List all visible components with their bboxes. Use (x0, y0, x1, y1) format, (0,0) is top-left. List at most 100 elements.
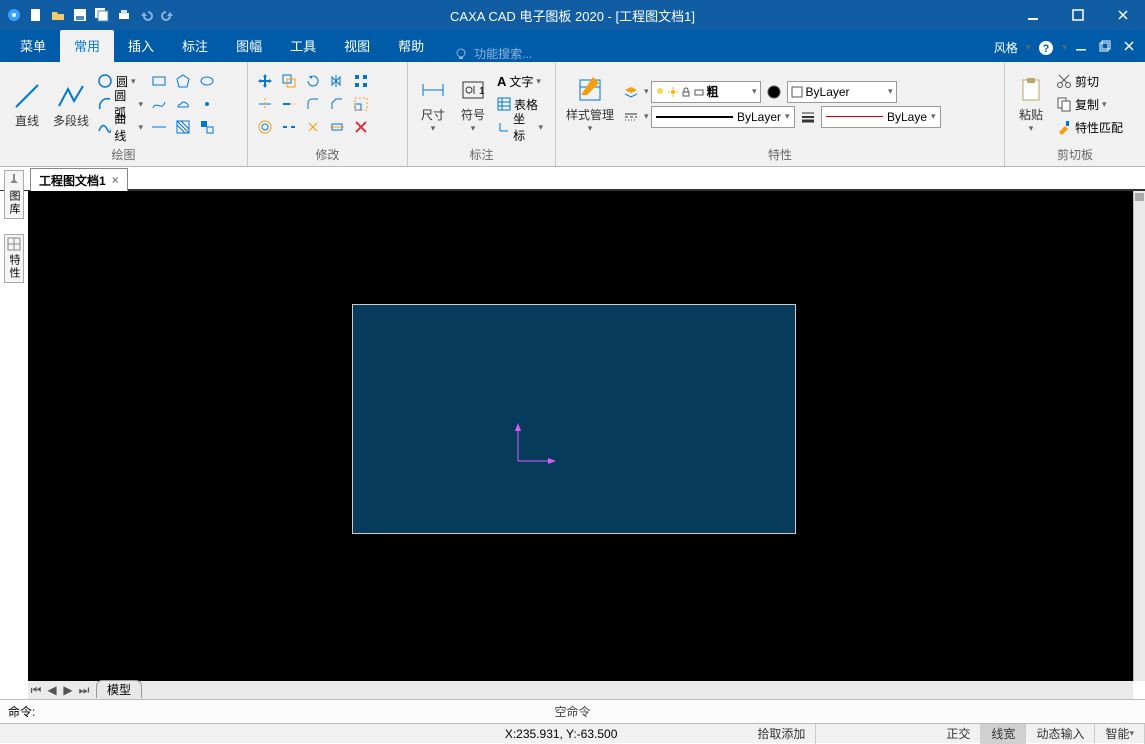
extend-button[interactable] (278, 93, 300, 115)
redo-icon[interactable] (160, 7, 176, 23)
new-icon[interactable] (28, 7, 44, 23)
stretch-button[interactable] (326, 116, 348, 138)
print-icon[interactable] (116, 7, 132, 23)
color-selector[interactable]: ByLayer▾ (787, 81, 897, 103)
bulb-icon (454, 47, 468, 61)
saveall-icon[interactable] (94, 7, 110, 23)
mirror-button[interactable] (326, 70, 348, 92)
first-tab-button[interactable]: ⏮ (28, 682, 44, 698)
scale-button[interactable] (350, 93, 372, 115)
tab-menu[interactable]: 菜单 (6, 30, 60, 62)
layer-row: ▾ 粗▾ ByLayer▾ (620, 81, 941, 103)
group-properties: 样式管理▾ ▾ 粗▾ ByLayer▾ (556, 62, 1005, 166)
command-line[interactable]: 命令: 空命令 (0, 699, 1145, 723)
style-manager-button[interactable]: 样式管理▾ (562, 68, 618, 140)
next-tab-button[interactable]: ▶ (60, 682, 76, 698)
status-dynamic-input[interactable]: 动态输入 (1026, 724, 1095, 744)
title-bar: CAXA CAD 电子图板 2020 - [工程图文档1] (0, 0, 1145, 30)
command-status: 空命令 (554, 703, 590, 720)
tab-view[interactable]: 视图 (330, 30, 384, 62)
point-button[interactable] (196, 93, 218, 115)
text-button[interactable]: A文字▾ (494, 70, 546, 92)
polyline-button[interactable]: 多段线 (50, 68, 92, 140)
explode-button[interactable] (302, 116, 324, 138)
close-button[interactable] (1100, 0, 1145, 30)
tab-tools[interactable]: 工具 (276, 30, 330, 62)
polygon-button[interactable] (172, 70, 194, 92)
layer-selector[interactable]: 粗▾ (651, 81, 761, 103)
rect-button[interactable] (148, 70, 170, 92)
tab-common[interactable]: 常用 (60, 30, 114, 62)
help-icon[interactable]: ? (1038, 40, 1054, 56)
lineweight-manager-button[interactable] (797, 106, 819, 128)
mdi-close-icon[interactable] (1123, 40, 1139, 56)
copy-button[interactable] (278, 70, 300, 92)
coord-button[interactable]: 坐标▾ (494, 116, 546, 138)
delete-button[interactable] (350, 116, 372, 138)
minimize-button[interactable] (1010, 0, 1055, 30)
move-button[interactable] (254, 70, 276, 92)
tab-help[interactable]: 帮助 (384, 30, 438, 62)
group-label-dimension: 标注 (414, 144, 549, 166)
linetype-selector[interactable]: ByLayer▾ (651, 106, 795, 128)
block-button[interactable] (196, 116, 218, 138)
ellipse-button[interactable] (196, 70, 218, 92)
document-tab[interactable]: 工程图文档1 × (30, 168, 128, 191)
vertical-scrollbar[interactable] (1133, 191, 1145, 681)
chevron-down-icon[interactable]: ▾ (1062, 42, 1067, 53)
spline-button[interactable] (148, 93, 170, 115)
feature-search[interactable]: 功能搜索... (454, 45, 532, 62)
chamfer-button[interactable] (326, 93, 348, 115)
model-tab[interactable]: 模型 (96, 680, 142, 698)
prev-tab-button[interactable]: ◀ (44, 682, 60, 698)
undo-icon[interactable] (138, 7, 154, 23)
layer-manager-button[interactable] (620, 81, 642, 103)
tab-annotate[interactable]: 标注 (168, 30, 222, 62)
line-button[interactable]: 直线 (6, 68, 48, 140)
hatch-button[interactable] (172, 116, 194, 138)
last-tab-button[interactable]: ⏭ (76, 682, 92, 698)
search-placeholder: 功能搜索... (474, 45, 532, 62)
mdi-minimize-icon[interactable] (1075, 40, 1091, 56)
break-button[interactable] (278, 116, 300, 138)
pin-icon (7, 173, 21, 187)
linetype-manager-button[interactable] (620, 106, 642, 128)
paste-button[interactable]: 粘贴▾ (1011, 68, 1051, 140)
status-lineweight[interactable]: 线宽 (981, 724, 1026, 744)
maximize-button[interactable] (1055, 0, 1100, 30)
chevron-down-icon[interactable]: ▾ (1026, 42, 1031, 53)
status-pick-add[interactable]: 拾取添加 (747, 724, 816, 744)
open-icon[interactable] (50, 7, 66, 23)
trim-button[interactable] (254, 93, 276, 115)
status-smart[interactable]: 智能 ▾ (1095, 724, 1145, 744)
cut-button[interactable]: 剪切 (1053, 70, 1126, 92)
lineweight-selector[interactable]: ByLaye▾ (821, 106, 941, 128)
cloud-button[interactable] (172, 93, 194, 115)
ribbon-tabs: 菜单 常用 插入 标注 图幅 工具 视图 帮助 功能搜索... 风格 ▾ ? ▾ (0, 30, 1145, 62)
palette-library[interactable]: 图库 (4, 170, 24, 219)
drawing-canvas[interactable] (28, 191, 1133, 681)
palette-properties[interactable]: 特性 (4, 234, 24, 283)
curve-button[interactable]: 曲线▾ (94, 116, 146, 138)
copy-clip-button[interactable]: 复制▾ (1053, 93, 1126, 115)
array-button[interactable] (350, 70, 372, 92)
close-icon[interactable]: × (112, 173, 119, 187)
style-label[interactable]: 风格 (994, 39, 1018, 56)
fillet-button[interactable] (302, 93, 324, 115)
tab-frame[interactable]: 图幅 (222, 30, 276, 62)
window-title: CAXA CAD 电子图板 2020 - [工程图文档1] (450, 6, 695, 25)
selection-rectangle (352, 304, 796, 534)
match-props-button[interactable]: 特性匹配 (1053, 116, 1126, 138)
mdi-restore-icon[interactable] (1099, 40, 1115, 56)
construction-line-button[interactable] (148, 116, 170, 138)
offset-button[interactable] (254, 116, 276, 138)
app-icon[interactable] (6, 7, 22, 23)
save-icon[interactable] (72, 7, 88, 23)
linetype-row: ▾ ByLayer▾ ByLaye▾ (620, 106, 941, 128)
rotate-button[interactable] (302, 70, 324, 92)
symbol-button[interactable]: 1 符号▾ (454, 68, 492, 140)
color-button[interactable] (763, 81, 785, 103)
tab-insert[interactable]: 插入 (114, 30, 168, 62)
status-ortho[interactable]: 正交 (936, 724, 981, 744)
dimension-button[interactable]: 尺寸▾ (414, 68, 452, 140)
